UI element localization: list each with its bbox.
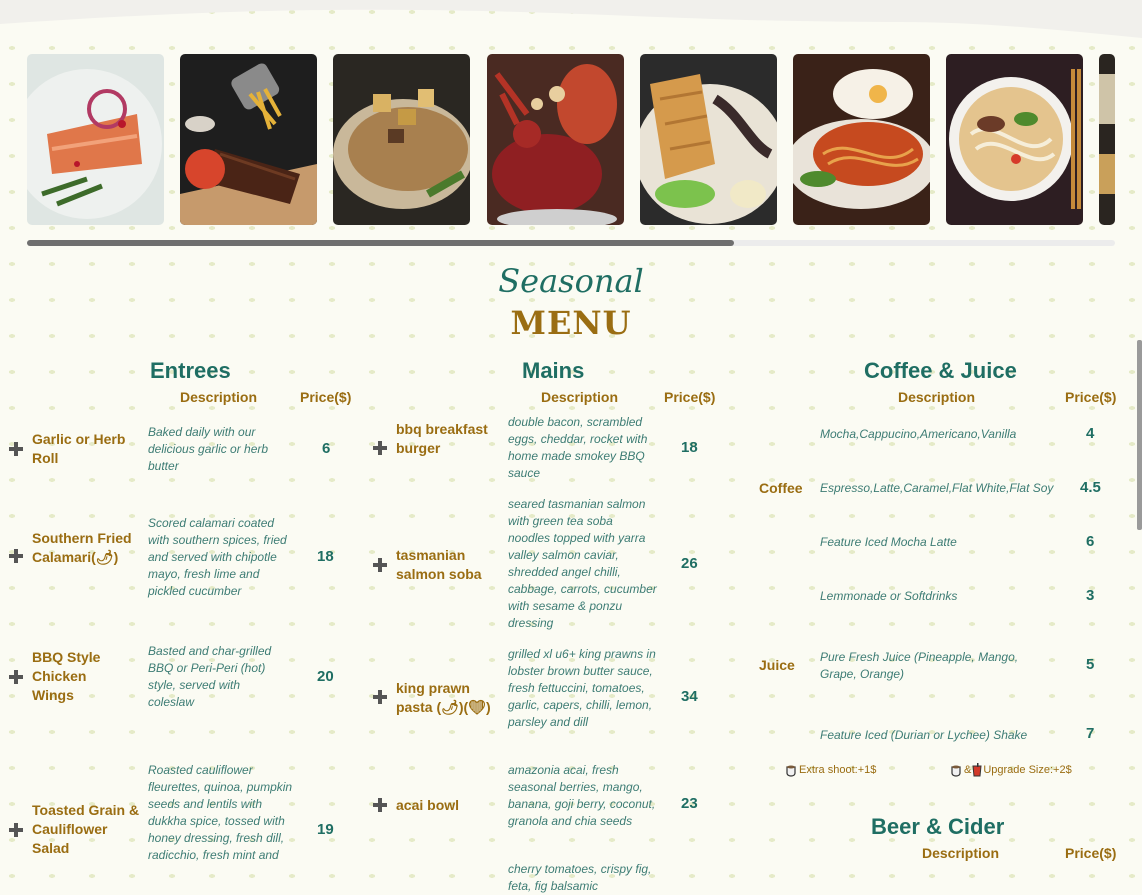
drink-price: 5 (1086, 656, 1095, 673)
main-description: seared tasmanian salmon with green tea s… (508, 497, 657, 630)
coffee-description-header: Description (898, 389, 976, 405)
spaghetti-photo[interactable] (793, 54, 930, 225)
main-description: cherry tomatoes, crispy fig, feta, fig b… (508, 862, 652, 893)
drink-description: Feature Iced (Durian or Lychee) Shake (820, 728, 1028, 742)
entree-price: 20 (317, 668, 334, 685)
food-gallery[interactable] (27, 54, 1115, 225)
drink-price: 6 (1086, 533, 1095, 550)
ribs-photo[interactable] (180, 54, 317, 225)
entree-name: Southern Fried Calamari(🌶) (32, 530, 132, 565)
page-scrollbar-thumb[interactable] (1137, 340, 1142, 530)
beer-price-header: Price($) (1065, 845, 1117, 861)
entrees-price-header: Price($) (300, 389, 352, 405)
coffee-price-header: Price($) (1065, 389, 1117, 405)
main-name: bbq breakfast burger (396, 421, 488, 456)
main-price: 34 (681, 688, 698, 705)
extra-shot-text: Extra shoot:+1$ (799, 763, 877, 776)
main-description: grilled xl u6+ king prawns in lobster br… (508, 647, 656, 729)
main-name: acai bowl (396, 797, 460, 813)
add-icon[interactable] (9, 549, 23, 563)
drink-price: 7 (1086, 725, 1095, 742)
main-description: double bacon, scrambled eggs, cheddar, r… (508, 415, 648, 480)
food-photo[interactable] (1099, 54, 1115, 225)
gallery-scrollbar[interactable] (27, 240, 1115, 246)
add-icon[interactable] (9, 823, 23, 837)
add-icon[interactable] (373, 798, 387, 812)
drink-description: Mocha,Cappucino,Americano,Vanilla (820, 427, 1017, 441)
main-name: king prawn pasta (🌶)(❤) (396, 680, 491, 715)
add-icon[interactable] (9, 670, 23, 684)
main-price: 18 (681, 439, 698, 456)
add-icon[interactable] (373, 690, 387, 704)
upgrade-size-note: & Upgrade Size:+2$ (950, 763, 1072, 777)
drink-cup-icon (972, 763, 982, 777)
pho-photo[interactable] (946, 54, 1083, 225)
main-price: 26 (681, 555, 698, 572)
entrees-description-header: Description (180, 389, 258, 405)
entree-price: 18 (317, 548, 334, 565)
mains-title: Mains (522, 358, 585, 383)
drink-price: 4 (1086, 425, 1095, 442)
entree-description: Scored calamari coated with southern spi… (148, 516, 287, 598)
entree-price: 19 (317, 821, 334, 838)
extra-shot-note: Extra shoot:+1$ (785, 763, 876, 777)
drink-price: 4.5 (1080, 479, 1101, 496)
top-wave-band (0, 0, 1142, 38)
drink-description: Lemmonade or Softdrinks (820, 589, 958, 603)
add-icon[interactable] (9, 442, 23, 456)
upgrade-amp: & (964, 763, 972, 776)
coffee-cup-icon (786, 765, 796, 777)
entrees-title: Entrees (150, 358, 231, 383)
drink-description: Pure Fresh Juice (Pineapple, Mango, Grap… (820, 650, 1019, 681)
salmon-dish-photo[interactable] (27, 54, 164, 225)
main-description: amazonia acai, fresh seasonal berries, m… (508, 763, 656, 828)
beer-cider-title: Beer & Cider (871, 814, 1005, 839)
add-icon[interactable] (373, 441, 387, 455)
main-price: 23 (681, 795, 698, 812)
drink-description: Feature Iced Mocha Latte (820, 535, 957, 549)
entree-name: Garlic or Herb Roll (32, 431, 126, 466)
beer-description-header: Description (922, 845, 1000, 861)
drink-price: 3 (1086, 587, 1095, 604)
category-juice: Juice (759, 657, 795, 673)
category-coffee: Coffee (759, 480, 803, 496)
gallery-scrollbar-thumb[interactable] (27, 240, 734, 246)
entree-description: Basted and char-grilled BBQ or Peri-Peri… (148, 644, 272, 709)
drink-description: Espresso,Latte,Caramel,Flat White,Flat S… (820, 481, 1054, 495)
coffee-cup-icon (951, 765, 961, 777)
mains-price-header: Price($) (664, 389, 716, 405)
coffee-juice-title: Coffee & Juice (864, 358, 1017, 383)
lobster-photo[interactable] (487, 54, 624, 225)
upgrade-size-text: Upgrade Size:+2$ (983, 763, 1072, 776)
entree-name: BBQ Style Chicken Wings (32, 649, 101, 703)
menu-title: MENU (510, 304, 632, 342)
pork-chop-photo[interactable] (333, 54, 470, 225)
entree-description: Roasted cauliflower fleurettes, quinoa, … (148, 763, 293, 862)
entree-price: 6 (322, 440, 331, 457)
entree-description: Baked daily with our delicious garlic or… (148, 425, 269, 473)
main-name: tasmanian salmon soba (396, 547, 482, 582)
menu-kicker: Seasonal (498, 262, 644, 300)
mains-description-header: Description (541, 389, 619, 405)
katsu-photo[interactable] (640, 54, 777, 225)
add-icon[interactable] (373, 558, 387, 572)
entree-name: Toasted Grain & Cauliflower Salad (32, 802, 140, 856)
